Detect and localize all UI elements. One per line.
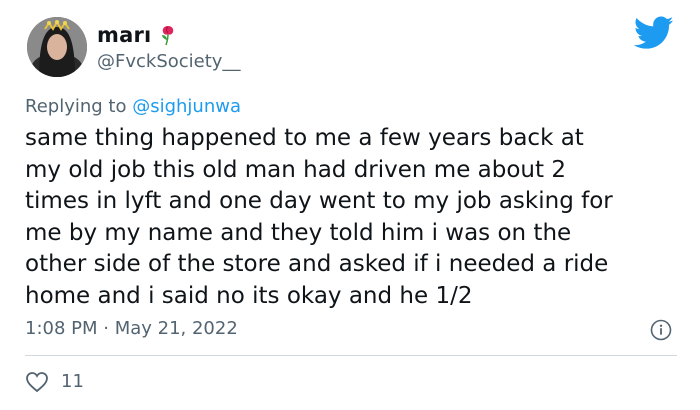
replying-to: Replying to @sighjunwa <box>25 96 241 118</box>
author-handle[interactable]: @FvckSociety__ <box>97 51 240 73</box>
avatar-image <box>27 17 87 77</box>
like-button[interactable]: 11 <box>25 371 84 393</box>
rose-icon <box>159 24 177 46</box>
tweet-text: same thing happened to me a few years ba… <box>25 125 613 309</box>
info-icon[interactable] <box>650 319 672 341</box>
author-name-row[interactable]: marı <box>97 22 177 48</box>
twitter-bird-icon[interactable] <box>633 16 674 50</box>
avatar[interactable] <box>27 17 87 77</box>
reply-mention-link[interactable]: @sighjunwa <box>132 96 241 117</box>
tweet-timestamp[interactable]: 1:08 PM · May 21, 2022 <box>25 318 238 340</box>
like-count: 11 <box>61 371 84 392</box>
tweet-card: marı @FvckSociety__ Replying to @sighjun… <box>0 0 700 410</box>
replying-prefix: Replying to <box>25 96 133 117</box>
heart-icon[interactable] <box>25 371 49 393</box>
divider <box>25 355 677 356</box>
display-name[interactable]: marı <box>97 22 151 48</box>
